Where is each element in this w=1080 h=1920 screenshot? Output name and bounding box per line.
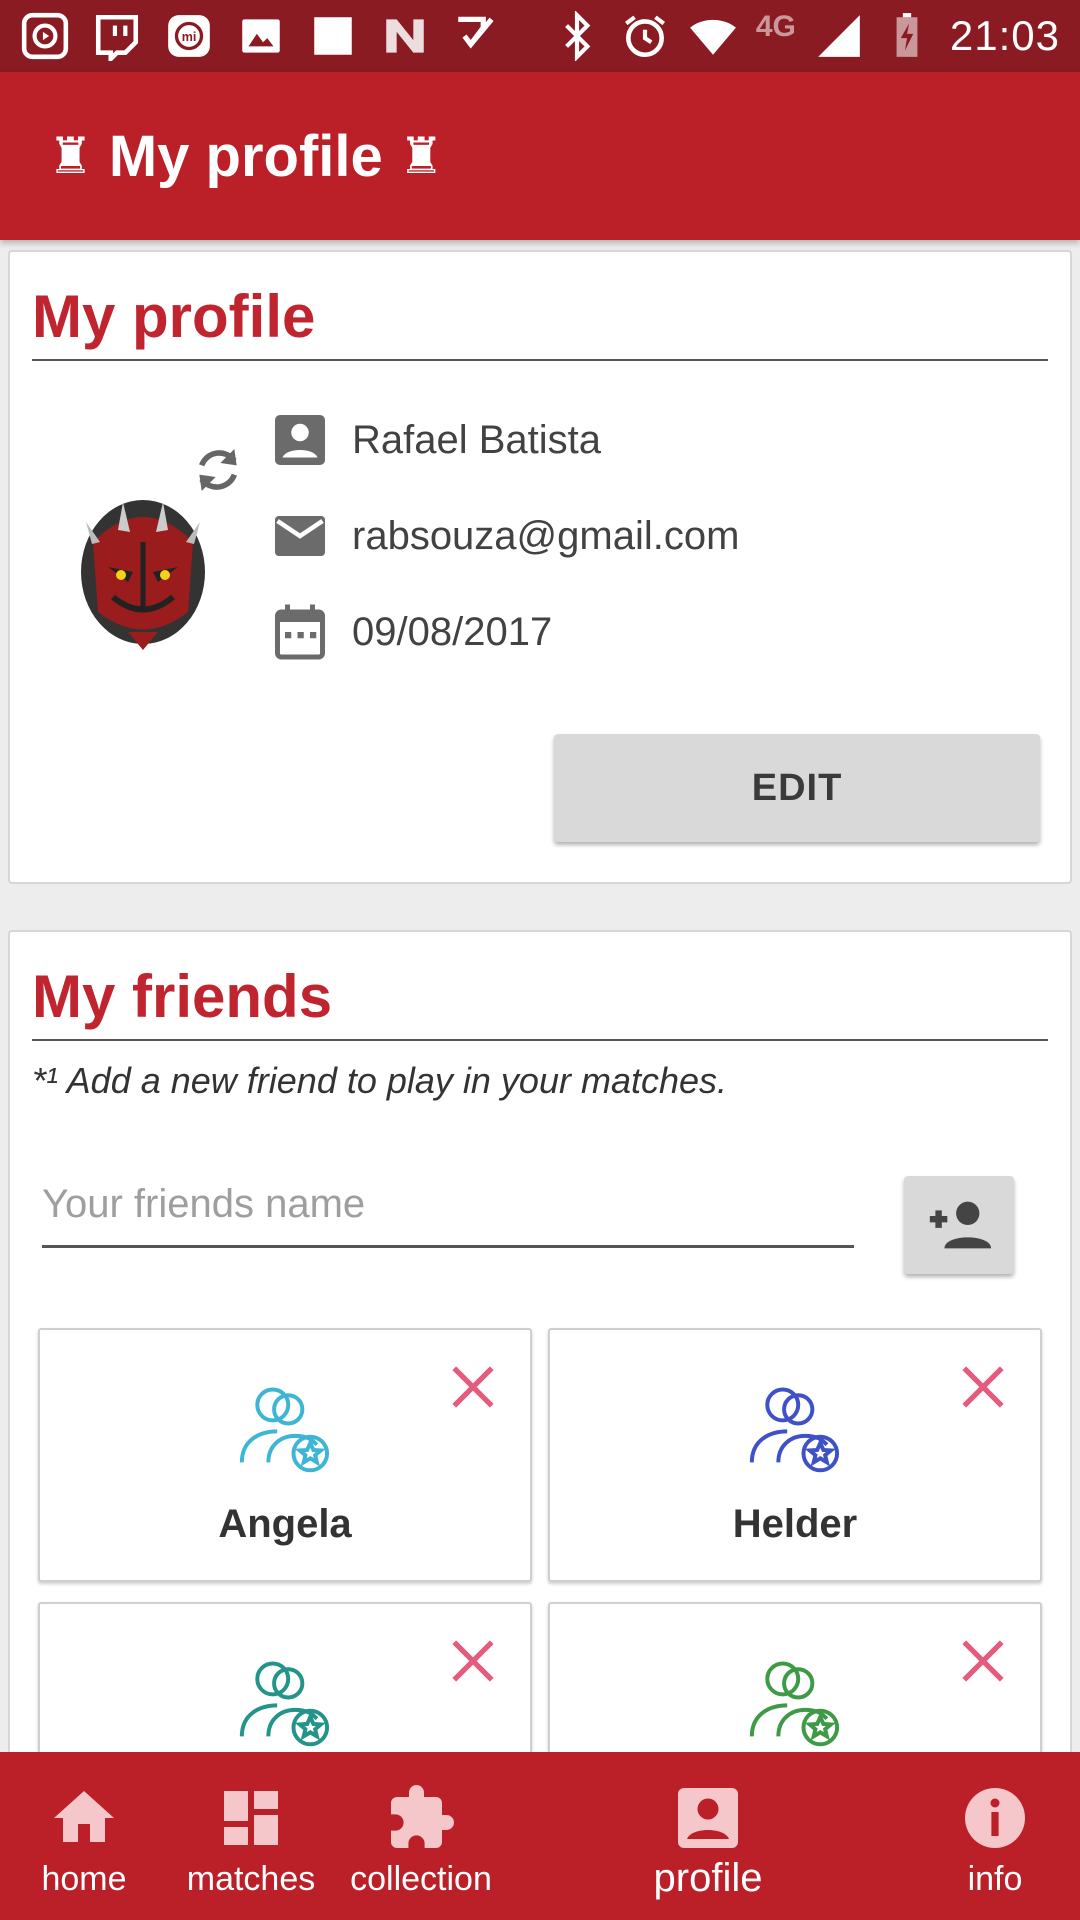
app-title: ♜ My profile ♜ [48,123,444,190]
friend-star-icon [239,1387,330,1473]
friends-section-title: My friends [32,962,1048,1041]
nav-collection-label: collection [350,1860,492,1898]
refresh-icon[interactable] [190,442,246,498]
friend-card[interactable]: Helder [548,1328,1042,1582]
avatar[interactable] [68,472,218,652]
battery-icon [882,11,932,61]
network-type: 4G [755,10,796,43]
square-icon [308,11,358,61]
remove-friend-icon[interactable] [958,1362,1008,1412]
check-icon [452,11,502,61]
profile-card: My profile Rafael Batista rabsouza@gmail… [8,250,1072,884]
nav-info-label: info [967,1860,1023,1898]
app-title-text: My profile [108,123,383,189]
profile-section-title: My profile [32,282,1048,361]
add-friend-button[interactable] [904,1176,1014,1274]
rook-icon: ♜ [48,128,93,184]
mi-icon: mi [164,11,214,61]
status-bar: mi 4G 21:03 [0,0,1080,72]
rook-icon: ♜ [398,128,444,184]
nav-collection[interactable]: collection [338,1752,504,1920]
image-icon [236,11,286,61]
clock: 21:03 [949,12,1060,59]
remove-friend-icon[interactable] [448,1636,498,1686]
profile-name: Rafael Batista [352,417,602,462]
friend-name: Angela [218,1502,352,1546]
remove-friend-icon[interactable] [448,1362,498,1412]
nav-profile[interactable]: profile [630,1752,786,1920]
info-icon [959,1782,1031,1854]
n-icon [380,11,430,61]
puzzle-icon [385,1782,457,1854]
home-icon [48,1782,120,1854]
signal-icon [814,11,864,61]
friend-star-icon [239,1661,330,1747]
alarm-icon [620,11,670,61]
person-icon [270,410,330,470]
profile-email-row: rabsouza@gmail.com [270,506,739,566]
friend-star-icon [749,1387,840,1473]
bluetooth-icon [552,10,602,62]
nav-home-label: home [41,1860,127,1898]
twitch-icon [92,11,142,65]
media-icon [20,11,70,61]
profile-name-row: Rafael Batista [270,410,601,470]
calendar-icon [270,602,330,662]
email-icon [270,506,330,566]
bottom-navigation: home matches collection profile info [0,1752,1080,1920]
nav-matches[interactable]: matches [176,1752,326,1920]
profile-date-row: 09/08/2017 [270,602,552,662]
friend-name-input[interactable] [42,1164,854,1248]
profile-badge-icon [672,1782,744,1854]
wifi-icon [688,11,738,61]
nav-profile-label: profile [653,1856,763,1900]
profile-email: rabsouza@gmail.com [352,513,740,558]
friends-hint: *¹ Add a new friend to play in your matc… [32,1060,728,1101]
friend-star-icon [749,1661,840,1747]
dashboard-icon [215,1782,287,1854]
friend-card[interactable]: Angela [38,1328,532,1582]
nav-matches-label: matches [186,1860,316,1898]
svg-text:mi: mi [182,30,197,44]
nav-home[interactable]: home [20,1752,148,1920]
profile-date: 09/08/2017 [352,609,553,654]
add-person-icon [929,1201,992,1249]
friend-name: Helder [732,1502,858,1546]
nav-info[interactable]: info [930,1752,1060,1920]
remove-friend-icon[interactable] [958,1636,1008,1686]
app-bar: ♜ My profile ♜ [0,72,1080,240]
edit-button[interactable]: EDIT [554,734,1040,842]
